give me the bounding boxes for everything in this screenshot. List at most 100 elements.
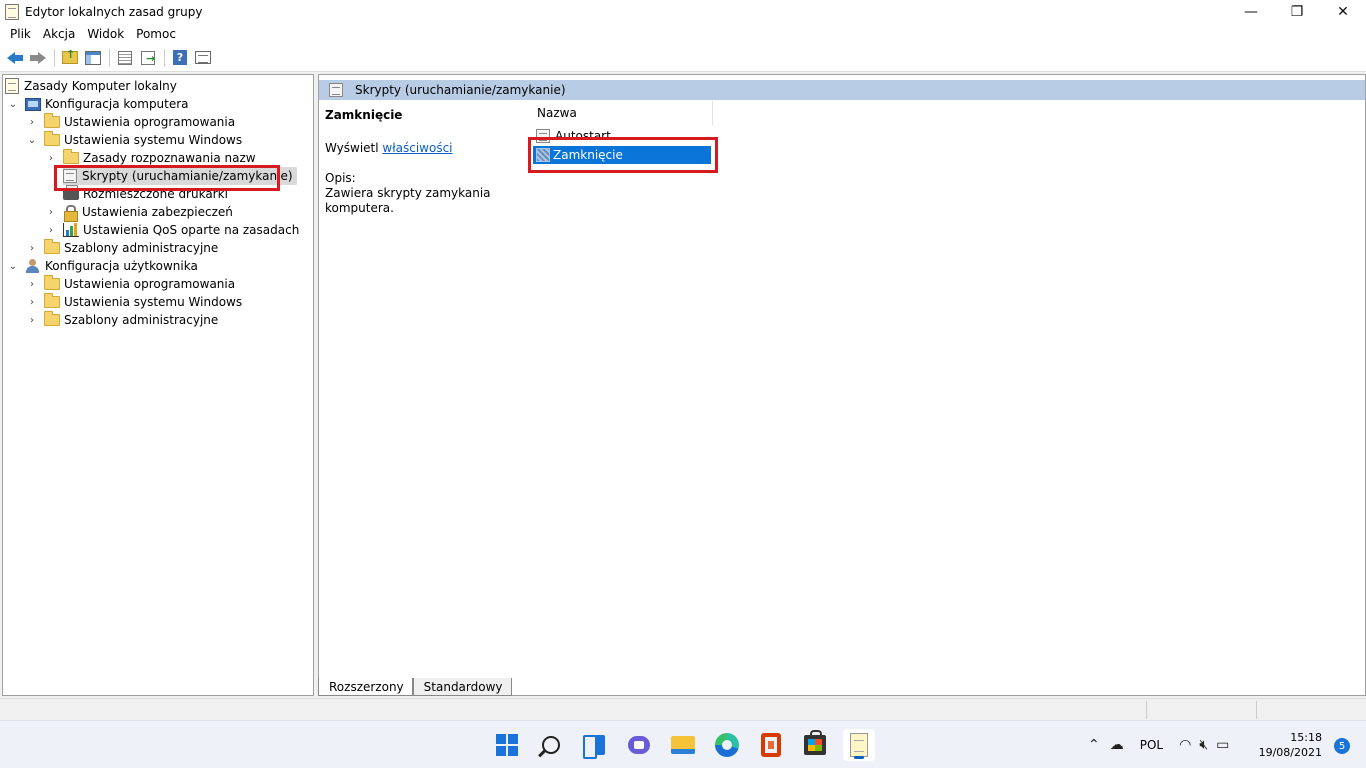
volume-muted-icon[interactable]: 🔇︎ xyxy=(1199,737,1208,753)
search-icon xyxy=(542,736,560,754)
tree-item-uc-windows[interactable]: › Ustawienia systemu Windows xyxy=(26,293,242,311)
chevron-down-icon[interactable]: ⌄ xyxy=(7,98,19,110)
tree-item-uc-admin-templates[interactable]: › Szablony administracyjne xyxy=(26,311,218,329)
computer-icon xyxy=(25,97,41,111)
export-icon xyxy=(141,50,155,65)
menu-akcja[interactable]: Akcja xyxy=(37,27,81,41)
help-button[interactable]: ? xyxy=(169,48,191,68)
menu-widok[interactable]: Widok xyxy=(81,27,130,41)
description-label: Opis: xyxy=(325,171,356,185)
script-icon xyxy=(329,83,343,97)
column-header-name[interactable]: Nazwa xyxy=(533,101,713,125)
notepad-gpedit-button[interactable] xyxy=(843,729,875,761)
menu-pomoc[interactable]: Pomoc xyxy=(130,27,182,41)
chevron-right-icon[interactable]: › xyxy=(45,206,57,218)
gpedit-app-icon xyxy=(850,733,868,757)
tree-item-cc-software[interactable]: › Ustawienia oprogramowania xyxy=(26,113,235,131)
chevron-right-icon[interactable]: › xyxy=(45,224,57,236)
start-button[interactable] xyxy=(491,729,523,761)
edge-browser-icon xyxy=(715,733,739,757)
taskbar: ⌃ ☁ POL ◠ 🔇︎ ▭ 15:18 19/08/2021 5 xyxy=(0,720,1366,768)
show-properties-line: Wyświetl właściwości xyxy=(325,141,453,156)
properties-button[interactable] xyxy=(192,48,214,68)
chevron-up-icon[interactable]: ⌃ xyxy=(1088,737,1100,753)
tab-extended[interactable]: Rozszerzony xyxy=(318,678,413,696)
back-button[interactable] xyxy=(4,48,26,68)
gpedit-app-icon xyxy=(5,4,19,20)
folder-icon xyxy=(44,113,60,128)
extended-description: Zamknięcie Wyświetl właściwości Opis: Za… xyxy=(325,108,515,215)
tree-item-root[interactable]: Zasady Komputer lokalny xyxy=(5,77,177,95)
notification-badge[interactable]: 5 xyxy=(1334,738,1350,754)
chevron-right-icon[interactable]: › xyxy=(26,242,38,254)
office-button[interactable] xyxy=(755,729,787,761)
search-button[interactable] xyxy=(535,729,567,761)
show-prefix: Wyświetl xyxy=(325,141,379,155)
chevron-right-icon[interactable]: › xyxy=(26,278,38,290)
properties-link[interactable]: właściwości xyxy=(382,141,452,155)
chevron-down-icon[interactable]: ⌄ xyxy=(26,134,38,146)
status-separator xyxy=(1146,701,1147,719)
tree-item-label: Konfiguracja użytkownika xyxy=(45,259,198,273)
console-tree[interactable]: Zasady Komputer lokalny ⌄ Konfiguracja k… xyxy=(2,74,314,696)
console-tree-icon xyxy=(85,50,101,65)
clock-time: 15:18 xyxy=(1290,731,1322,744)
clock-date: 19/08/2021 xyxy=(1258,746,1322,759)
file-explorer-button[interactable] xyxy=(667,729,699,761)
tree-item-label: Zasady Komputer lokalny xyxy=(24,79,177,93)
list-button[interactable] xyxy=(114,48,136,68)
language-indicator[interactable]: POL xyxy=(1140,738,1163,752)
cloud-icon[interactable]: ☁ xyxy=(1110,737,1124,753)
close-button[interactable]: ✕ xyxy=(1320,0,1366,24)
annotation-highlight-box xyxy=(528,137,718,173)
title-bar: Edytor lokalnych zasad grupy — ❐ ✕ xyxy=(0,0,1366,24)
toolbar-separator xyxy=(54,48,55,67)
menu-bar: Plik Akcja Widok Pomoc xyxy=(0,24,1366,44)
menu-plik[interactable]: Plik xyxy=(4,27,37,41)
tree-item-user-config[interactable]: ⌄ Konfiguracja użytkownika xyxy=(7,257,198,275)
task-view-icon xyxy=(583,735,607,759)
tree-item-security[interactable]: › Ustawienia zabezpieczeń xyxy=(45,203,233,222)
chevron-right-icon[interactable]: › xyxy=(26,314,38,326)
tree-item-computer-config[interactable]: ⌄ Konfiguracja komputera xyxy=(7,95,189,113)
tree-item-label: Zasady rozpoznawania nazw xyxy=(83,151,256,165)
chevron-right-icon[interactable]: › xyxy=(26,116,38,128)
show-hide-tree-button[interactable] xyxy=(82,48,104,68)
folder-icon xyxy=(44,275,60,290)
chevron-right-icon[interactable]: › xyxy=(45,152,57,164)
tree-item-label: Ustawienia systemu Windows xyxy=(64,133,243,147)
maximize-button[interactable]: ❐ xyxy=(1274,0,1320,24)
minimize-button[interactable]: — xyxy=(1228,0,1274,24)
clock[interactable]: 15:18 19/08/2021 xyxy=(1259,730,1322,760)
up-folder-button[interactable] xyxy=(59,48,81,68)
edge-button[interactable] xyxy=(711,729,743,761)
policy-document-icon xyxy=(5,78,19,94)
system-tray: ⌃ ☁ POL ◠ 🔇︎ ▭ xyxy=(1088,721,1229,768)
task-view-button[interactable] xyxy=(579,729,611,761)
active-indicator xyxy=(854,756,864,759)
chevron-right-icon[interactable]: › xyxy=(26,296,38,308)
forward-button[interactable] xyxy=(27,48,49,68)
tree-item-label: Konfiguracja komputera xyxy=(45,97,189,111)
detail-title: Zamknięcie xyxy=(325,108,403,122)
chevron-down-icon[interactable]: ⌄ xyxy=(7,260,19,272)
window-title: Edytor lokalnych zasad grupy xyxy=(25,5,203,19)
tab-standard[interactable]: Standardowy xyxy=(412,678,512,696)
tree-item-cc-windows[interactable]: ⌄ Ustawienia systemu Windows xyxy=(26,131,242,149)
description-text-line-2: komputera. xyxy=(325,201,394,215)
toolbar-separator xyxy=(164,48,165,67)
store-button[interactable] xyxy=(799,729,831,761)
tree-item-label: Ustawienia systemu Windows xyxy=(64,295,243,309)
tree-item-uc-software[interactable]: › Ustawienia oprogramowania xyxy=(26,275,235,293)
tree-item-qos[interactable]: › Ustawienia QoS oparte na zasadach xyxy=(45,221,299,239)
wifi-icon[interactable]: ◠ xyxy=(1179,737,1191,753)
export-list-button[interactable] xyxy=(137,48,159,68)
properties-icon xyxy=(195,51,211,64)
tree-item-cc-admin-templates[interactable]: › Szablony administracyjne xyxy=(26,239,218,257)
security-lock-icon xyxy=(63,204,78,222)
tree-item-label: Ustawienia zabezpieczeń xyxy=(82,205,233,219)
tree-item-label: Ustawienia oprogramowania xyxy=(64,115,236,129)
chat-button[interactable] xyxy=(623,729,655,761)
battery-icon[interactable]: ▭ xyxy=(1216,737,1229,753)
user-icon xyxy=(25,258,41,274)
